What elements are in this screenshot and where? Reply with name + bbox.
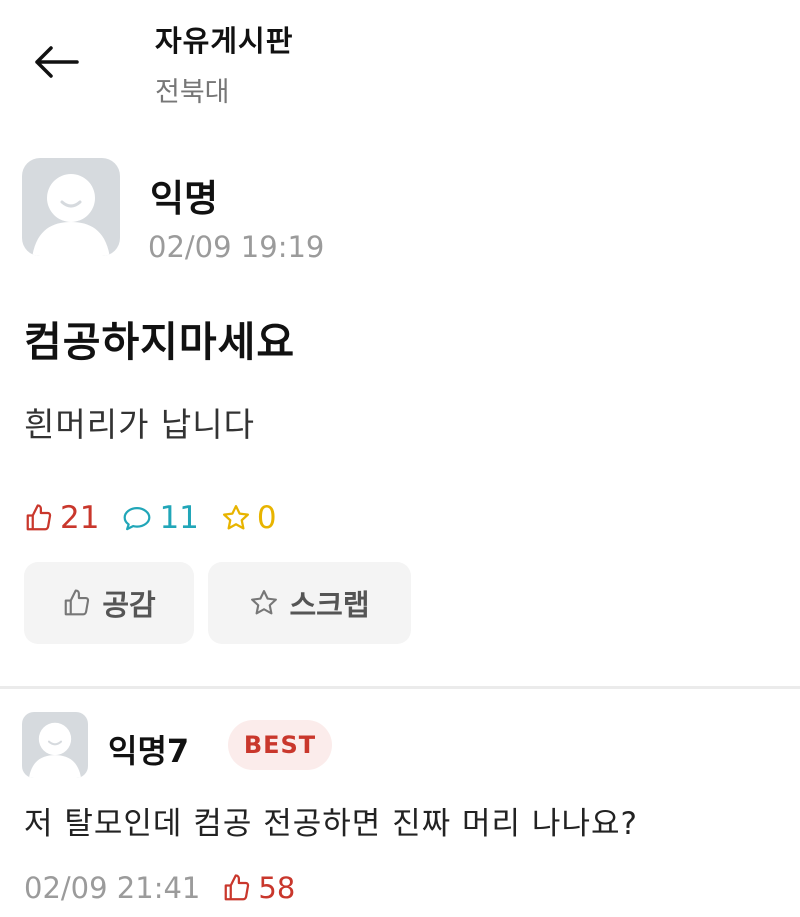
post-stats: 21 11 0 <box>24 498 299 538</box>
comment-author: 익명7 <box>108 732 190 770</box>
scrap-count: 0 <box>221 500 277 536</box>
post-author: 익명 02/09 19:19 <box>22 158 522 264</box>
default-avatar-icon <box>29 722 81 778</box>
comment-avatar <box>22 712 88 778</box>
post-body: 흰머리가 납니다 <box>24 405 256 444</box>
top-bar: 자유게시판 전북대 <box>0 0 800 120</box>
best-badge: BEST <box>228 720 332 770</box>
post-timestamp: 02/09 19:19 <box>148 230 325 264</box>
author-name: 익명 <box>150 177 219 220</box>
comment-like-value: 58 <box>258 871 296 905</box>
comment-item: 익명7 BEST 저 탈모인데 컴공 전공하면 진짜 머리 나나요? 02/09… <box>0 690 800 917</box>
board-title: 자유게시판 <box>155 24 294 58</box>
post-actions: 공감 스크랩 <box>24 562 425 644</box>
comment-count-value: 11 <box>159 500 199 536</box>
star-icon <box>222 505 249 530</box>
comment-like-count: 58 <box>222 871 295 905</box>
thumbs-up-icon <box>65 589 90 616</box>
comment-text: 저 탈모인데 컴공 전공하면 진짜 머리 나나요? <box>24 806 638 842</box>
comment-count: 11 <box>121 500 199 536</box>
thumbs-up-icon <box>26 504 52 531</box>
avatar <box>22 158 120 256</box>
like-count: 21 <box>24 500 99 536</box>
comment-meta: 02/09 21:41 58 <box>24 868 295 908</box>
back-button[interactable] <box>28 36 84 88</box>
speech-bubble-icon <box>124 507 151 531</box>
section-divider <box>0 686 800 689</box>
scrap-button-label: 스크랩 <box>289 588 370 622</box>
scrap-count-value: 0 <box>256 500 277 536</box>
scrap-button[interactable]: 스크랩 <box>208 562 411 644</box>
default-avatar-icon <box>32 174 110 256</box>
comment-timestamp: 02/09 21:41 <box>24 871 201 905</box>
board-school: 전북대 <box>155 77 230 108</box>
empathy-button-label: 공감 <box>102 588 156 622</box>
post-title: 컴공하지마세요 <box>24 318 296 366</box>
back-arrow-icon <box>35 46 79 78</box>
thumbs-up-icon <box>225 874 250 901</box>
star-icon <box>251 590 278 615</box>
empathy-button[interactable]: 공감 <box>24 562 194 644</box>
like-count-value: 21 <box>60 500 100 536</box>
